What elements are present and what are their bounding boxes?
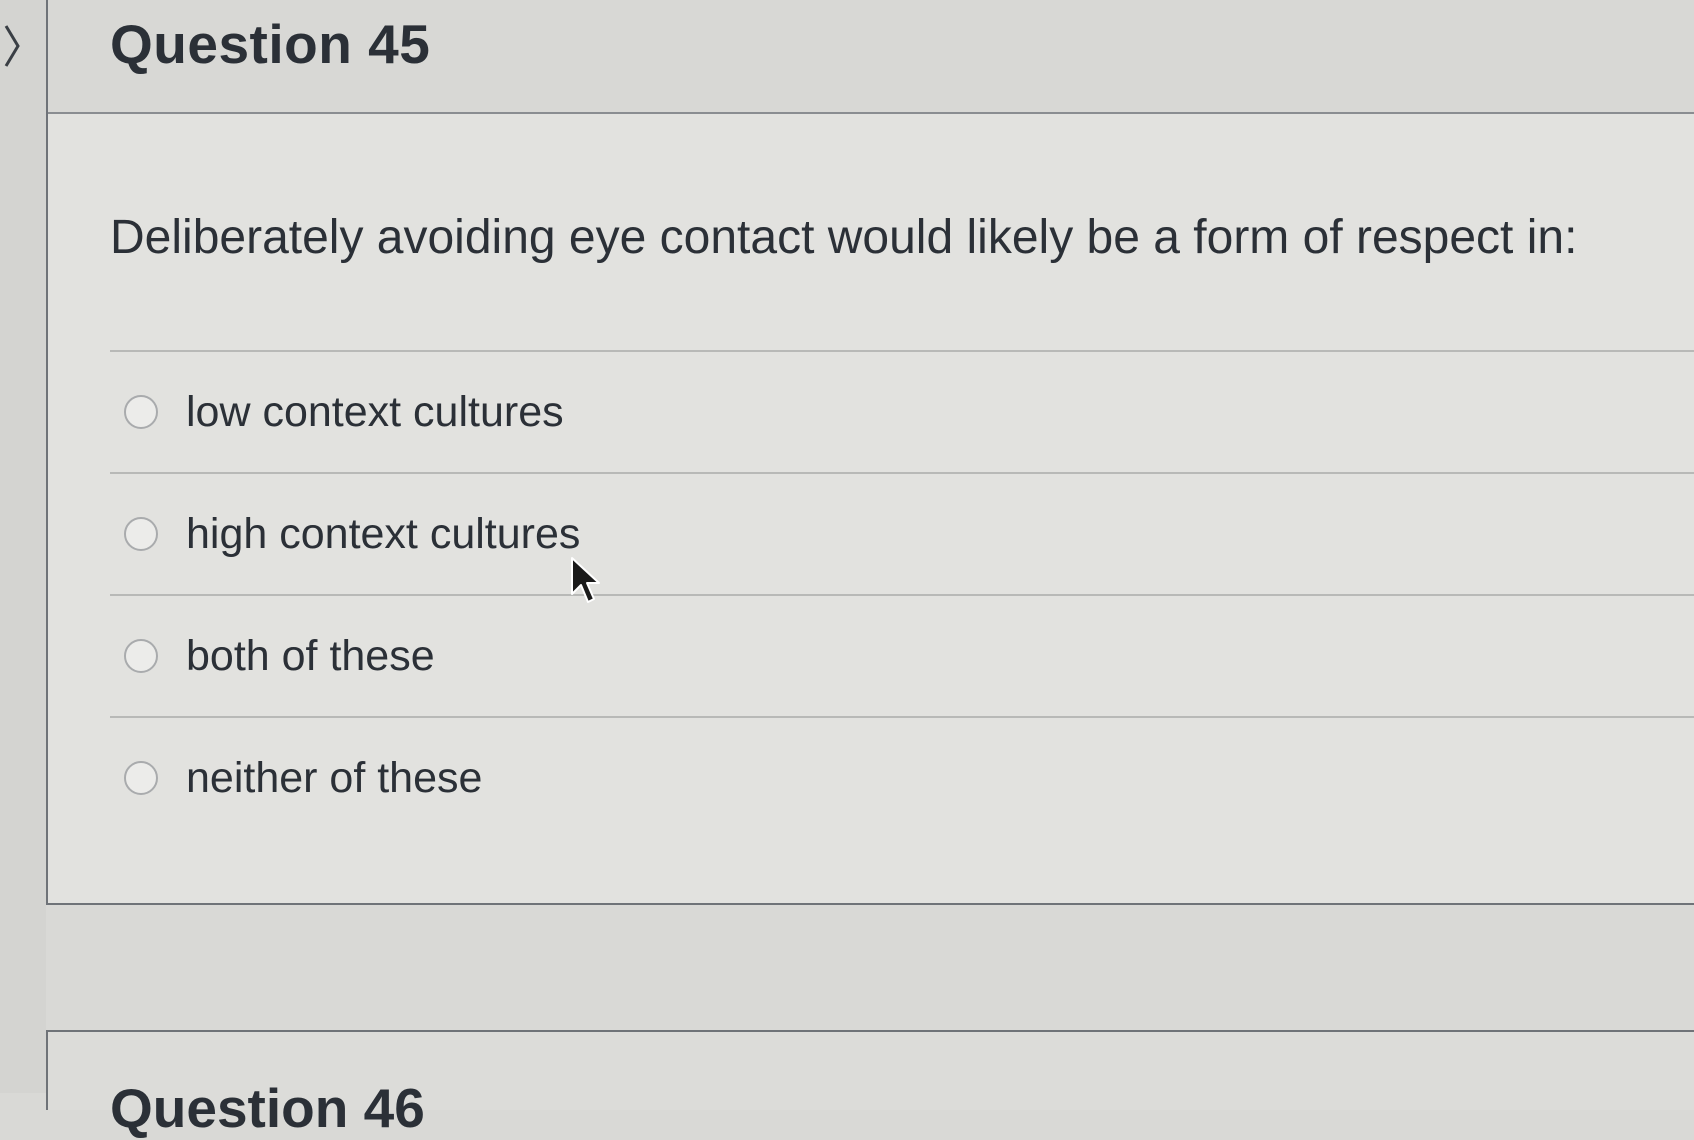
answer-option-both[interactable]: both of these [110,596,1694,716]
radio-button[interactable] [124,517,158,551]
question-text: Deliberately avoiding eye contact would … [110,211,1578,264]
next-question-title: Question 46 [110,1077,425,1139]
radio-button[interactable] [124,639,158,673]
chevron-right-icon[interactable] [2,22,22,70]
answer-label[interactable]: high context cultures [186,510,580,559]
radio-button[interactable] [124,761,158,795]
question-card: Question 45 Deliberately avoiding eye co… [46,0,1694,905]
left-gutter [0,0,46,1093]
question-header: Question 45 [48,0,1694,114]
radio-button[interactable] [124,395,158,429]
next-question-card: Question 46 [46,1030,1694,1139]
answer-option-high-context[interactable]: high context cultures [110,474,1694,594]
answer-label[interactable]: neither of these [186,754,482,803]
answer-label[interactable]: both of these [186,632,435,681]
answer-option-neither[interactable]: neither of these [110,718,1694,838]
answer-list: low context cultures high context cultur… [110,350,1694,838]
answer-option-low-context[interactable]: low context cultures [110,352,1694,472]
mouse-pointer-icon [571,557,600,603]
answer-label[interactable]: low context cultures [186,388,564,437]
question-title: Question 45 [110,13,431,75]
